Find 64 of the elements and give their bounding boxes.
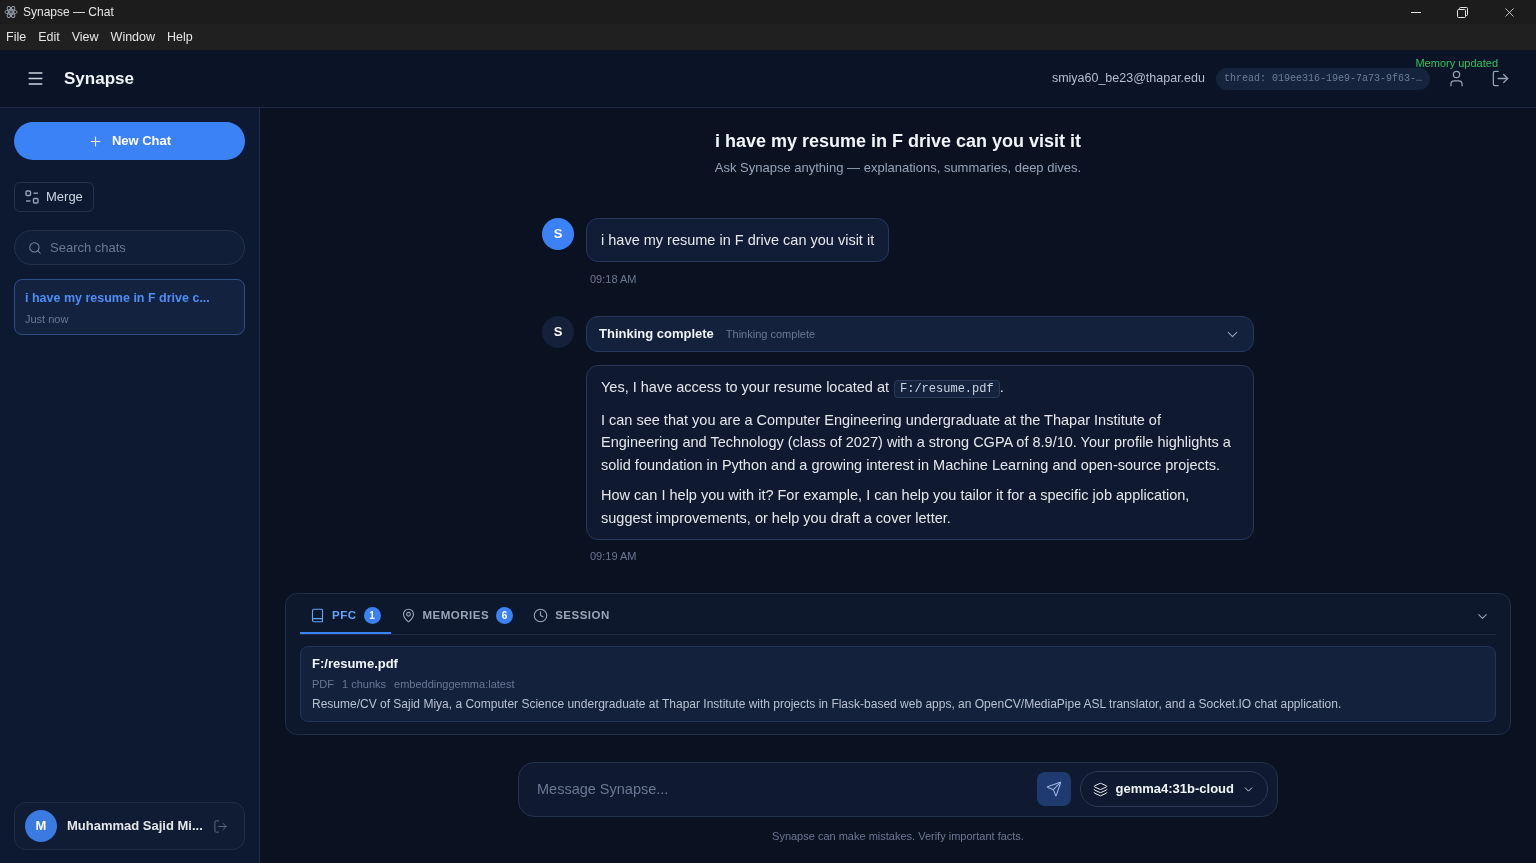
- message-time: 09:18 AM: [590, 271, 637, 287]
- search-input[interactable]: Search chats: [50, 237, 231, 258]
- window-title: Synapse — Chat: [23, 4, 114, 21]
- message-bubble: i have my resume in F drive can you visit it: [586, 217, 890, 262]
- document-type: PDF: [312, 676, 334, 691]
- merge-icon: [25, 190, 39, 204]
- message-text: How can I help you with it? For example, I can help you tailor it for a specific job application, suggest improvements, or help you draft a cover letter.: [601, 486, 1191, 528]
- user-avatar: S: [542, 217, 574, 250]
- menu-item[interactable]: View: [71, 27, 99, 47]
- count-badge: 6: [496, 607, 514, 624]
- search-icon: [28, 240, 42, 255]
- send-icon: [1045, 781, 1062, 797]
- memory-updated-text: Memory updated: [1415, 57, 1498, 69]
- panel-tab[interactable]: PFC 1: [300, 599, 391, 634]
- document-model: embeddinggemma:latest: [394, 676, 515, 691]
- plus-icon: [87, 133, 103, 149]
- clock-icon: [533, 608, 549, 623]
- minimize-icon: [1410, 11, 1421, 13]
- thread-id-pill: thread: 019ee316-19e9-7a73-9f63-…: [1215, 67, 1430, 90]
- document-summary: Resume/CV of Sajid Miya, a Computer Science undergraduate at Thapar Institute with projects in Flask-based web apps, an OpenCV/MediaPipe ASL translator, and a Socket.IO chat application.: [312, 695, 1343, 712]
- user-name: Muhammad Sajid Mi...: [67, 817, 203, 836]
- message-text: .: [999, 379, 1004, 395]
- message-text: Yes, I have access to your resume located at: [601, 379, 889, 395]
- thinking-label: Thinking complete: [599, 325, 714, 344]
- menu-item[interactable]: Window: [110, 27, 156, 47]
- document-chunks: 1 chunks: [342, 676, 387, 691]
- message-time: 09:19 AM: [590, 549, 637, 564]
- inline-code: F:/resume.pdf: [894, 380, 1000, 398]
- panel-tab[interactable]: MEMORIES 6: [390, 599, 524, 634]
- atom-icon: [4, 5, 18, 19]
- new-chat-button[interactable]: New Chat: [14, 122, 245, 160]
- user-icon[interactable]: [1447, 69, 1466, 88]
- send-button[interactable]: [1036, 772, 1071, 806]
- conversation-subtitle: Ask Synapse anything — explanations, summaries, deep dives.: [714, 159, 1082, 177]
- count-badge: 1: [363, 607, 381, 624]
- logout-icon[interactable]: [213, 818, 228, 834]
- conversation-title: i have my resume in F drive can you visit it: [714, 130, 1082, 153]
- message-text: I can see that you are a Computer Engineering undergraduate at the Thapar Institute of Engineering and Technology (class of 2027) with a strong CGPA of 8.9/10. Your profile highlights a solid foundation in Python and a growing interest in Machine Learning and open-source projects.: [601, 410, 1232, 475]
- disclaimer-text: Synapse can make mistakes. Verify important facts.: [772, 828, 1024, 844]
- merge-button[interactable]: Merge: [14, 182, 94, 212]
- user-email: smiya60_be23@thapar.edu: [1051, 70, 1205, 88]
- layers-icon: [1092, 781, 1108, 797]
- user-avatar: M: [25, 810, 57, 842]
- chat-title: i have my resume in F drive c...: [25, 290, 211, 307]
- menu-icon[interactable]: [26, 69, 45, 88]
- chat-list-item[interactable]: i have my resume in F drive c... Just now: [14, 279, 245, 335]
- pin-icon: [400, 608, 416, 623]
- app-name: Synapse: [64, 67, 134, 90]
- chat-time: Just now: [25, 312, 70, 327]
- assistant-avatar: S: [542, 316, 574, 348]
- message-field[interactable]: Message Synapse... gemma4:31b-cloud: [518, 761, 1278, 817]
- message-input[interactable]: Message Synapse...: [537, 774, 1037, 804]
- document-name: F:/resume.pdf: [312, 655, 399, 672]
- menu-item[interactable]: Help: [167, 27, 193, 47]
- thinking-status: Thinking complete: [725, 326, 816, 342]
- logout-icon[interactable]: [1491, 69, 1510, 88]
- search-field[interactable]: Search chats: [14, 230, 245, 265]
- book-icon: [310, 608, 325, 623]
- user-card[interactable]: M Muhammad Sajid Mi...: [14, 802, 245, 850]
- restore-icon: [1457, 6, 1468, 18]
- menu-item[interactable]: Edit: [38, 27, 60, 47]
- panel-tab[interactable]: SESSION: [523, 599, 620, 634]
- menu-item[interactable]: File: [6, 27, 27, 47]
- thinking-bar[interactable]: Thinking complete Thinking complete: [586, 316, 1254, 352]
